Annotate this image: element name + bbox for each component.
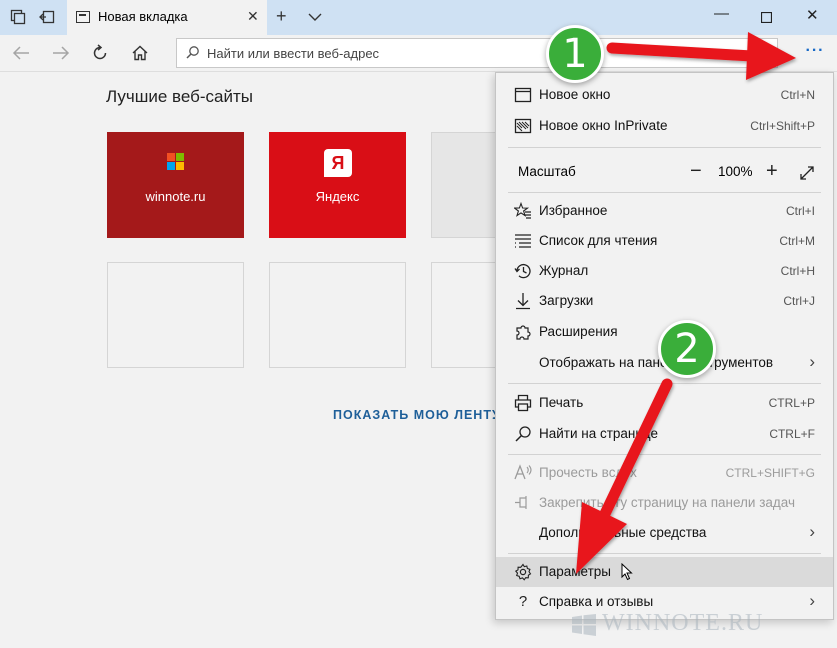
top-site-tile-winnote[interactable]: winnote.ru — [107, 132, 244, 238]
full-screen-icon[interactable] — [800, 166, 814, 180]
back-arrow-icon[interactable] — [12, 45, 30, 61]
tab-title: Новая вкладка — [98, 9, 188, 24]
chevron-right-icon: › — [809, 352, 815, 371]
menu-item-label: Избранное — [539, 203, 608, 218]
window-icon — [514, 87, 532, 103]
new-tab-plus-icon[interactable]: + — [276, 6, 287, 26]
window-close-icon[interactable]: ✕ — [806, 6, 819, 26]
menu-item-downloads[interactable]: Загрузки Ctrl+J — [496, 286, 833, 316]
home-icon[interactable] — [131, 44, 149, 62]
show-feed-link[interactable]: ПОКАЗАТЬ МОЮ ЛЕНТУ — [333, 408, 501, 422]
read-aloud-icon — [514, 464, 532, 480]
step-1-badge: 1 — [546, 25, 604, 83]
menu-item-label: Найти на странице — [539, 426, 659, 441]
menu-item-favorites[interactable]: Избранное Ctrl+I — [496, 196, 833, 226]
menu-divider — [508, 147, 821, 148]
title-bar: Новая вкладка ✕ + — ✕ — [0, 0, 837, 35]
menu-item-shortcut: Ctrl+N — [780, 88, 815, 102]
step-2-badge: 2 — [658, 320, 716, 378]
top-site-tile-empty[interactable] — [269, 262, 406, 368]
chevron-right-icon: › — [809, 522, 815, 541]
top-sites-title: Лучшие веб-сайты — [106, 87, 253, 106]
menu-item-label: Справка и отзывы — [539, 594, 654, 609]
chevron-right-icon: › — [809, 591, 815, 610]
zoom-in-plus-icon[interactable]: + — [766, 160, 778, 183]
menu-item-new-window[interactable]: Новое окно Ctrl+N — [496, 80, 833, 110]
menu-item-label: Прочесть вслух — [539, 465, 637, 480]
mouse-cursor-icon — [621, 563, 633, 581]
navigation-bar: Найти или ввести веб-адрес ··· — [0, 35, 837, 72]
minimize-icon[interactable]: — — [714, 4, 729, 24]
tab-favicon-icon — [76, 11, 90, 23]
search-icon — [186, 46, 199, 59]
menu-item-label: Список для чтения — [539, 233, 658, 248]
gear-icon — [514, 563, 532, 581]
history-icon — [514, 263, 531, 279]
menu-item-label: Печать — [539, 395, 584, 410]
menu-item-label: Закрепить эту страницу на панели задач — [539, 495, 796, 510]
address-placeholder: Найти или ввести веб-адрес — [207, 46, 380, 61]
menu-item-reading-list[interactable]: Список для чтения Ctrl+M — [496, 226, 833, 256]
menu-item-pin-to-taskbar[interactable]: Закрепить эту страницу на панели задач — [496, 488, 833, 518]
menu-item-print[interactable]: Печать CTRL+P — [496, 388, 833, 418]
watermark-windows-logo-icon — [572, 614, 596, 636]
close-icon[interactable]: ✕ — [247, 8, 259, 25]
menu-item-label: Загрузки — [539, 293, 594, 308]
menu-item-shortcut: Ctrl+H — [780, 264, 815, 278]
menu-item-shortcut: CTRL+P — [768, 396, 815, 410]
tile-label: winnote.ru — [145, 189, 206, 204]
zoom-label: Масштаб — [518, 164, 576, 179]
menu-item-label: Новое окно — [539, 87, 611, 102]
menu-divider — [508, 192, 821, 193]
tab-new-tab[interactable]: Новая вкладка ✕ — [67, 0, 267, 35]
menu-item-label: Параметры — [539, 564, 611, 579]
top-site-tile-empty[interactable] — [107, 262, 244, 368]
menu-item-label: Дополнительные средства — [539, 525, 707, 540]
menu-item-read-aloud[interactable]: Прочесть вслух CTRL+SHIFT+G — [496, 458, 833, 488]
pin-icon — [515, 496, 527, 509]
menu-item-label: Новое окно InPrivate — [539, 118, 668, 133]
extensions-puzzle-icon — [516, 325, 531, 340]
menu-item-shortcut: CTRL+F — [769, 427, 815, 441]
menu-item-label: Отображать на панели инструментов — [539, 355, 774, 370]
tab-set-aside-icon[interactable] — [10, 9, 26, 25]
menu-item-find-on-page[interactable]: Найти на странице CTRL+F — [496, 419, 833, 449]
top-site-tile-yandex[interactable]: Я Яндекс — [269, 132, 406, 238]
menu-item-label: Журнал — [539, 263, 589, 278]
watermark-text: WINNOTE.RU — [602, 610, 764, 636]
menu-item-shortcut: Ctrl+J — [783, 294, 815, 308]
yandex-logo-icon: Я — [324, 149, 352, 177]
tab-restore-icon[interactable] — [39, 9, 55, 25]
menu-item-more-tools[interactable]: Дополнительные средства › — [496, 518, 833, 548]
menu-divider — [508, 553, 821, 554]
menu-item-settings[interactable]: Параметры — [496, 557, 833, 587]
settings-and-more-button[interactable]: ··· — [796, 38, 834, 68]
menu-item-new-inprivate-window[interactable]: Новое окно InPrivate Ctrl+Shift+P — [496, 111, 833, 141]
zoom-out-minus-icon[interactable]: − — [690, 160, 702, 183]
menu-item-shortcut: Ctrl+Shift+P — [750, 119, 815, 133]
inprivate-window-icon — [514, 118, 532, 134]
maximize-icon[interactable] — [761, 12, 772, 23]
menu-item-shortcut: Ctrl+M — [779, 234, 815, 248]
printer-icon — [514, 394, 532, 412]
menu-item-label: Расширения — [539, 324, 618, 339]
download-icon — [516, 293, 530, 310]
address-bar[interactable]: Найти или ввести веб-адрес — [176, 38, 778, 68]
reading-list-icon — [515, 234, 531, 248]
tab-list-chevron-down-icon[interactable] — [308, 12, 322, 22]
menu-item-history[interactable]: Журнал Ctrl+H — [496, 256, 833, 286]
refresh-icon[interactable] — [91, 44, 109, 62]
zoom-value: 100% — [718, 164, 753, 179]
menu-item-shortcut: CTRL+SHIFT+G — [725, 466, 815, 480]
menu-divider — [508, 454, 821, 455]
favorites-star-icon — [514, 202, 531, 219]
tile-label: Яндекс — [315, 189, 360, 204]
menu-divider — [508, 383, 821, 384]
forward-arrow-icon[interactable] — [52, 45, 70, 61]
winnote-logo-icon — [167, 153, 184, 170]
menu-item-shortcut: Ctrl+I — [785, 204, 815, 218]
question-mark-icon: ? — [518, 593, 528, 610]
search-icon — [515, 426, 531, 442]
menu-zoom-row: Масштаб − 100% + — [496, 155, 833, 191]
